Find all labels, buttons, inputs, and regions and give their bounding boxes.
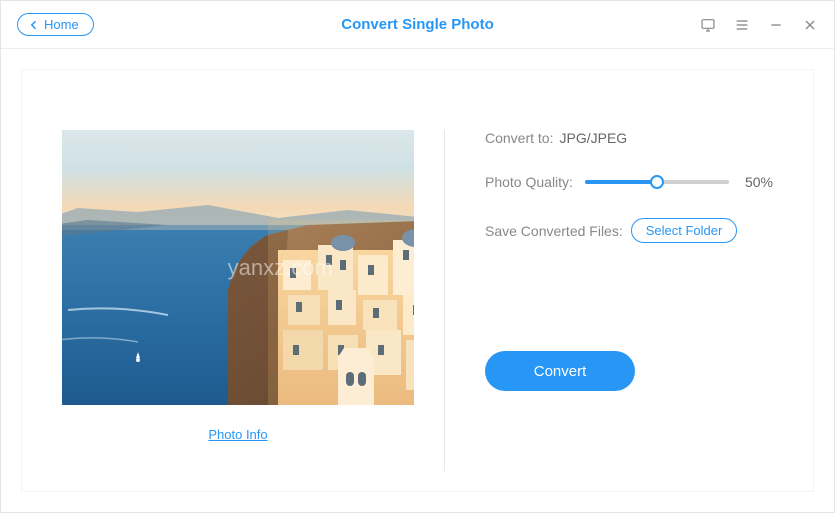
arrow-left-icon	[28, 19, 40, 31]
close-icon[interactable]	[802, 17, 818, 33]
photo-panel: yanxz.com Photo Info	[62, 130, 445, 471]
home-button[interactable]: Home	[17, 13, 94, 36]
settings-panel: Convert to: JPG/JPEG Photo Quality: 50% …	[445, 130, 773, 471]
titlebar: Home Convert Single Photo	[1, 1, 834, 49]
slider-thumb[interactable]	[650, 175, 664, 189]
save-row: Save Converted Files: Select Folder	[485, 218, 773, 243]
convert-to-value[interactable]: JPG/JPEG	[559, 130, 627, 146]
window-controls	[700, 17, 818, 33]
quality-slider[interactable]	[585, 180, 729, 184]
save-label: Save Converted Files:	[485, 223, 623, 239]
home-button-label: Home	[44, 17, 79, 32]
convert-to-row: Convert to: JPG/JPEG	[485, 130, 773, 146]
menu-icon[interactable]	[734, 17, 750, 33]
quality-value: 50%	[745, 174, 773, 190]
photo-info-link[interactable]: Photo Info	[208, 427, 267, 442]
content-area: yanxz.com Photo Info Convert to: JPG/JPE…	[1, 49, 834, 512]
quality-row: Photo Quality: 50%	[485, 174, 773, 190]
minimize-icon[interactable]	[768, 17, 784, 33]
convert-button[interactable]: Convert	[485, 351, 635, 391]
convert-to-label: Convert to:	[485, 130, 553, 146]
select-folder-button[interactable]: Select Folder	[631, 218, 738, 243]
page-title: Convert Single Photo	[341, 16, 494, 33]
photo-preview: yanxz.com	[62, 130, 414, 405]
feedback-icon[interactable]	[700, 17, 716, 33]
quality-label: Photo Quality:	[485, 174, 573, 190]
